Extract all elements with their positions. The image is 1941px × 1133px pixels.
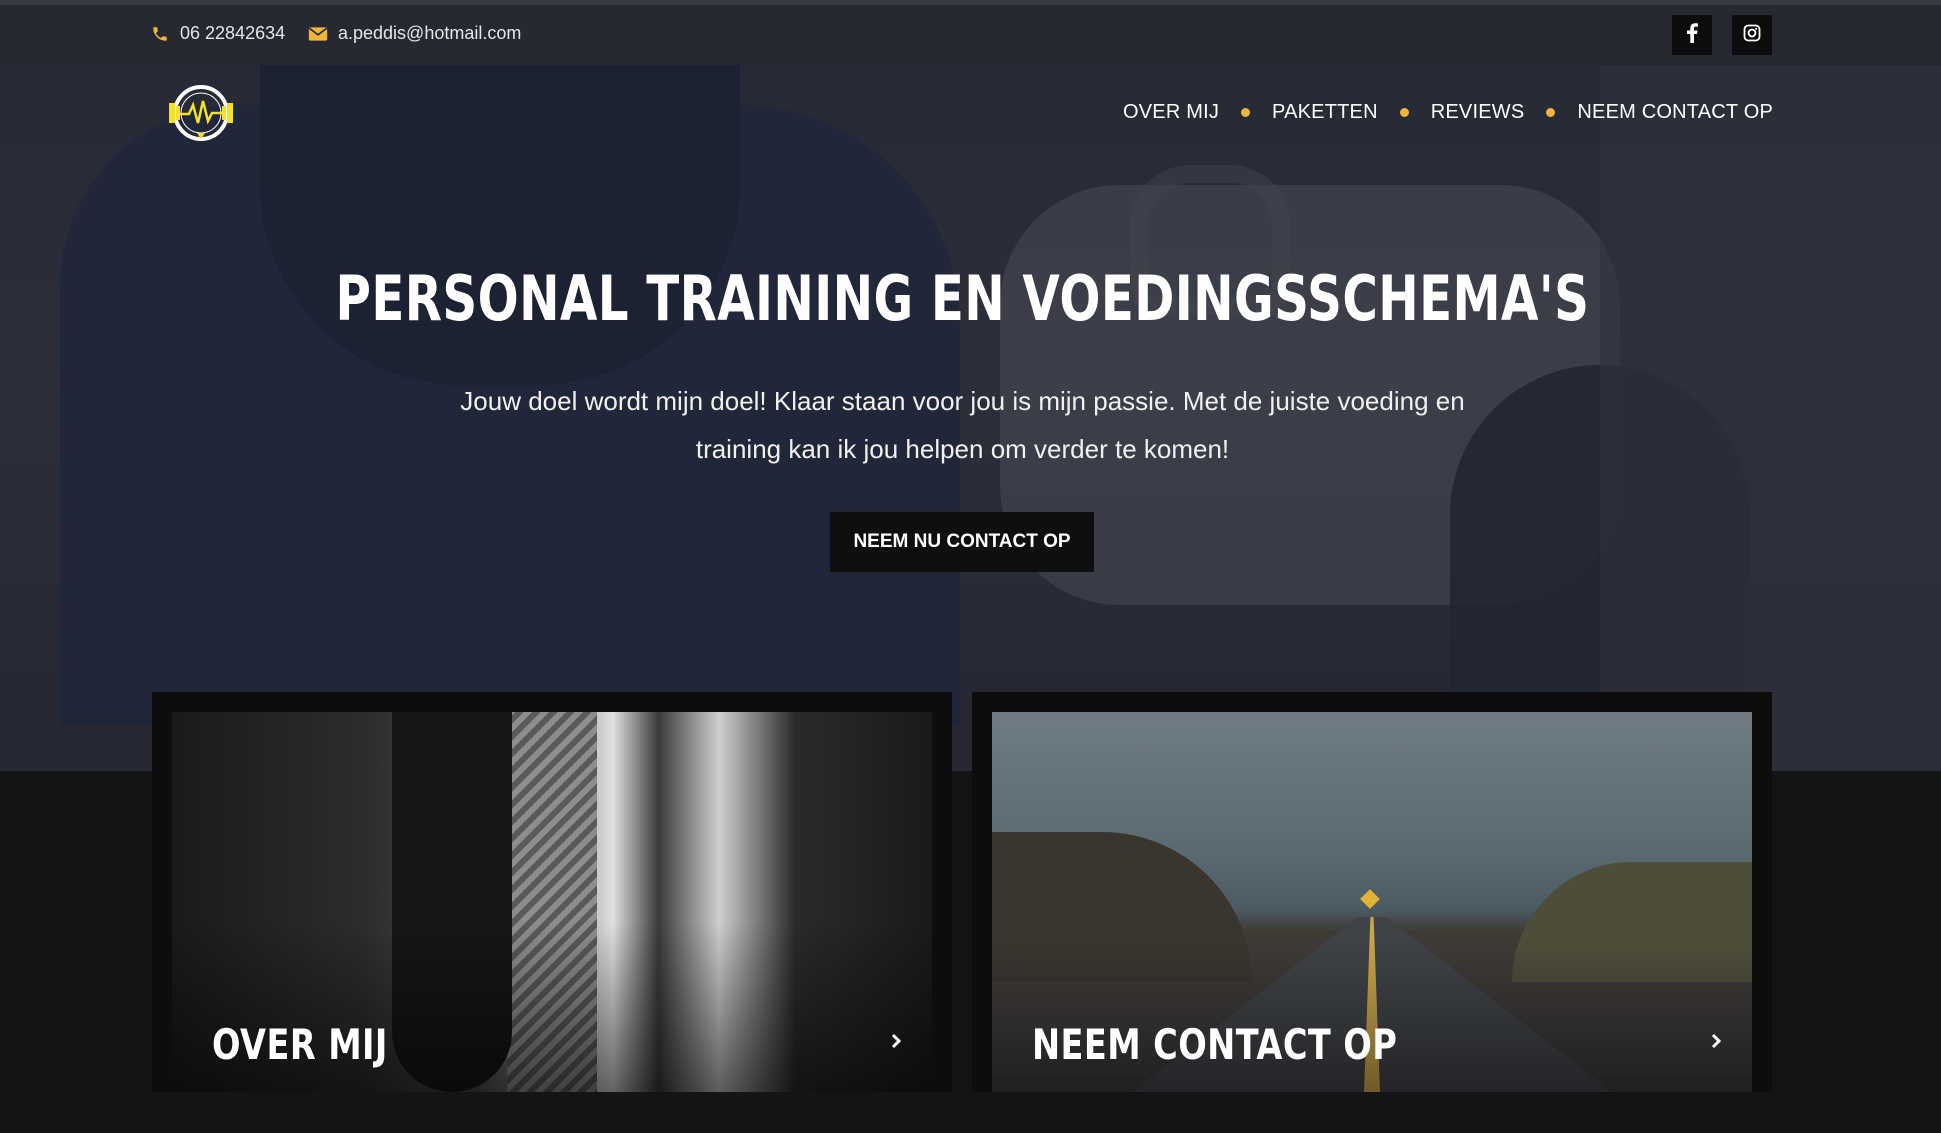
card-over-mij-title: OVER MIJ (212, 1020, 388, 1069)
phone-icon (150, 24, 170, 44)
instagram-icon (1743, 24, 1761, 46)
email-address: a.peddis@hotmail.com (338, 23, 522, 43)
chevron-right-icon[interactable] (885, 1030, 907, 1052)
card-neem-contact-op[interactable]: NEEM CONTACT OP (972, 692, 1772, 1092)
card-contact-title: NEEM CONTACT OP (1032, 1020, 1398, 1069)
facebook-icon (1686, 23, 1698, 47)
nav-separator-dot (1241, 108, 1251, 117)
envelope-icon (308, 24, 328, 44)
card-over-mij[interactable]: OVER MIJ (152, 692, 952, 1092)
nav-separator-dot (1546, 108, 1556, 117)
top-contact-bar: 06 22842634 a.peddis@hotmail.com (0, 5, 1941, 65)
facebook-button[interactable] (1672, 15, 1712, 55)
contact-cta-button[interactable]: NEEM NU CONTACT OP (830, 512, 1094, 572)
nav-item-neem-contact-op[interactable]: NEEM CONTACT OP (1577, 101, 1773, 124)
site-logo[interactable] (163, 83, 239, 143)
instagram-button[interactable] (1732, 15, 1772, 55)
email-link[interactable]: a.peddis@hotmail.com (308, 23, 521, 44)
hero-subtitle: Jouw doel wordt mijn doel! Klaar staan v… (460, 386, 1465, 464)
nav-item-reviews[interactable]: REVIEWS (1431, 101, 1525, 124)
chevron-right-icon[interactable] (1705, 1030, 1727, 1052)
phone-number: 06 22842634 (180, 23, 286, 43)
nav-item-over-mij[interactable]: OVER MIJ (1123, 101, 1219, 124)
phone-link[interactable]: 06 22842634 (150, 23, 285, 44)
hero-title: PERSONAL TRAINING EN VOEDINGSSCHEMA'S (335, 262, 1590, 335)
logo-emblem-icon (169, 85, 233, 141)
main-nav: OVER MIJ PAKETTEN REVIEWS NEEM CONTACT O… (1123, 101, 1773, 124)
nav-separator-dot (1399, 108, 1409, 117)
nav-item-paketten[interactable]: PAKETTEN (1272, 101, 1378, 124)
